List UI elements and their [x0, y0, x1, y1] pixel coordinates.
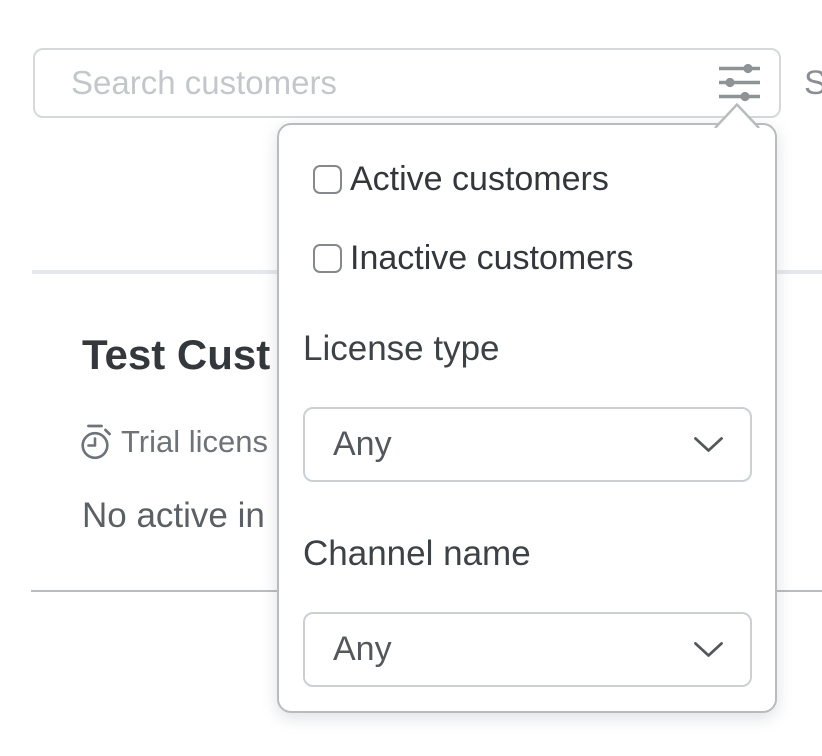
- active-customers-option[interactable]: Active customers: [313, 163, 609, 195]
- customer-name-heading: Test Cust: [82, 331, 278, 385]
- inactive-customers-option[interactable]: Inactive customers: [313, 242, 633, 274]
- license-type-select-value: Any: [333, 425, 693, 464]
- customer-status-text: No active in: [82, 496, 278, 542]
- channel-name-field-label: Channel name: [303, 534, 531, 574]
- customers-page: Test Cust Trial licens No active in: [0, 0, 822, 756]
- clipped-right-edge-text: S: [804, 64, 822, 108]
- license-type-select[interactable]: Any: [303, 407, 752, 482]
- inactive-customers-label: Inactive customers: [350, 239, 633, 278]
- chevron-down-icon: [693, 436, 724, 454]
- inactive-customers-checkbox[interactable]: [313, 244, 342, 273]
- channel-name-select-value: Any: [333, 630, 693, 669]
- chevron-down-icon: [693, 641, 724, 659]
- sliders-icon: [718, 62, 761, 105]
- filter-popover: Active customers Inactive customers Lice…: [277, 123, 777, 713]
- popover-caret: [712, 100, 762, 133]
- search-input[interactable]: [35, 50, 675, 116]
- active-customers-label: Active customers: [350, 160, 609, 199]
- search-bar: [33, 48, 781, 118]
- license-type-row: Trial licens: [78, 421, 278, 463]
- channel-name-select[interactable]: Any: [303, 612, 752, 687]
- active-customers-checkbox[interactable]: [313, 165, 342, 194]
- stopwatch-icon: [78, 423, 112, 461]
- license-type-field-label: License type: [303, 329, 500, 369]
- license-type-text: Trial licens: [121, 424, 268, 460]
